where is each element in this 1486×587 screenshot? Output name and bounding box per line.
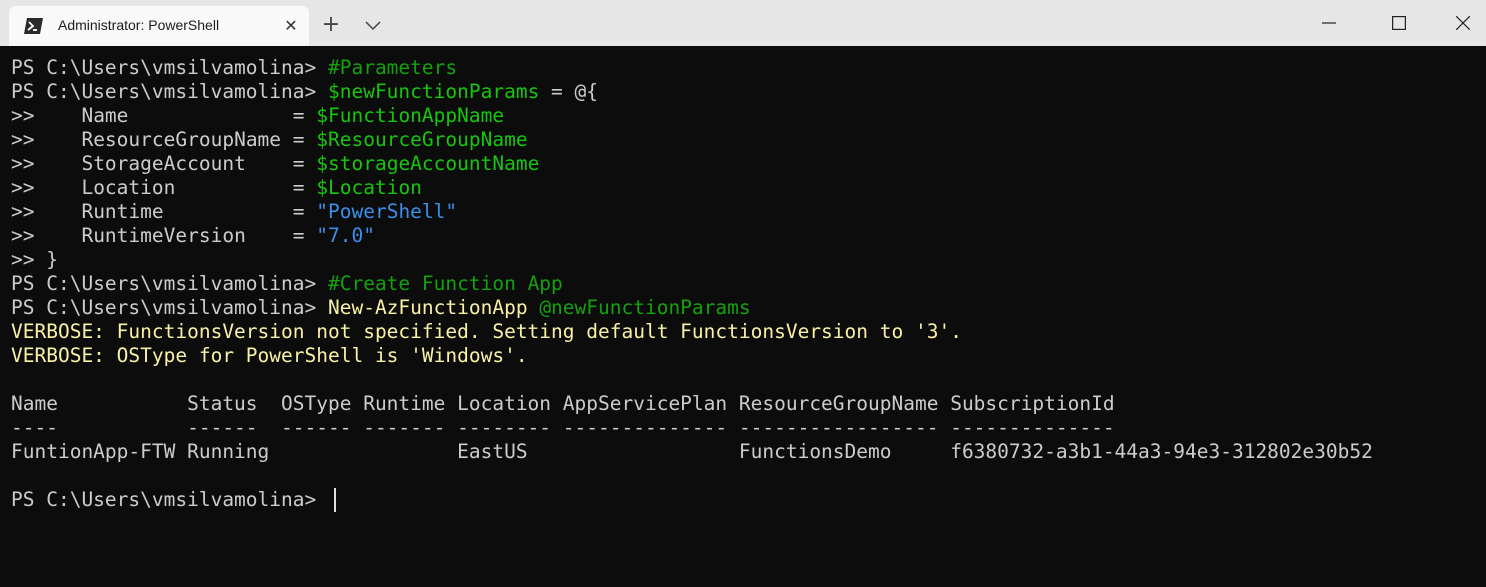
hash-key: Name = <box>46 104 317 127</box>
terminal-line: >> ResourceGroupName = $ResourceGroupNam… <box>11 128 528 152</box>
prompt: PS C:\Users\vmsilvamolina> <box>11 80 328 103</box>
tab-title: Administrator: PowerShell <box>58 17 220 33</box>
prompt: PS C:\Users\vmsilvamolina> <box>11 56 328 79</box>
assignment: = @{ <box>539 80 599 103</box>
terminal-output[interactable]: PS C:\Users\vmsilvamolina> #Parameters P… <box>0 46 1486 587</box>
command: New-AzFunctionApp <box>327 296 540 319</box>
close-icon[interactable]: ✕ <box>279 14 303 38</box>
string-value: "7.0" <box>316 224 375 247</box>
title-bar: Administrator: PowerShell ✕ + <box>0 0 1486 46</box>
continuation-prompt: >> <box>11 152 47 175</box>
terminal-line: >> Name = $FunctionAppName <box>11 104 504 128</box>
plus-icon[interactable]: + <box>318 12 344 38</box>
hash-key: StorageAccount = <box>46 152 317 175</box>
continuation-prompt: >> <box>11 200 47 223</box>
terminal-line: PS C:\Users\vmsilvamolina> #Create Funct… <box>11 272 563 296</box>
terminal-line: PS C:\Users\vmsilvamolina> #Parameters <box>11 56 457 80</box>
text-cursor <box>334 488 336 512</box>
terminal-line: PS C:\Users\vmsilvamolina> New-AzFunctio… <box>11 296 751 320</box>
variable: $ResourceGroupName <box>316 128 528 151</box>
comment: #Parameters <box>327 56 458 79</box>
prompt: PS C:\Users\vmsilvamolina> <box>11 272 328 295</box>
variable: $FunctionAppName <box>316 104 505 127</box>
variable: $storageAccountName <box>316 152 540 175</box>
variable: $Location <box>316 176 422 199</box>
continuation-prompt: >> <box>11 176 47 199</box>
terminal-line: PS C:\Users\vmsilvamolina> $newFunctionP… <box>11 80 598 104</box>
terminal-line: >> } <box>11 248 58 272</box>
window-close-icon[interactable] <box>1440 0 1486 46</box>
terminal-line: >> Location = $Location <box>11 176 422 200</box>
continuation-prompt: >> <box>11 248 47 271</box>
hash-key: RuntimeVersion = <box>46 224 317 247</box>
terminal-line: >> StorageAccount = $storageAccountName <box>11 152 539 176</box>
tab-powershell[interactable]: Administrator: PowerShell ✕ <box>9 6 309 46</box>
chevron-down-icon[interactable] <box>360 12 386 38</box>
powershell-icon <box>24 18 43 34</box>
final-prompt: PS C:\Users\vmsilvamolina> <box>11 488 328 511</box>
maximize-icon[interactable] <box>1376 0 1422 46</box>
comment: #Create Function App <box>327 272 563 295</box>
terminal-line: >> Runtime = "PowerShell" <box>11 200 457 224</box>
closing-brace: } <box>46 248 58 271</box>
table-row: FuntionApp-FTW Running EastUS FunctionsD… <box>11 440 1373 463</box>
table-separator: ---- ------ ------ ------- -------- ----… <box>11 416 1115 439</box>
string-value: "PowerShell" <box>316 200 458 223</box>
table-header: Name Status OSType Runtime Location AppS… <box>11 392 1115 415</box>
continuation-prompt: >> <box>11 128 47 151</box>
hash-key: ResourceGroupName = <box>46 128 317 151</box>
terminal-line: >> RuntimeVersion = "7.0" <box>11 224 375 248</box>
minimize-icon[interactable] <box>1306 0 1352 46</box>
continuation-prompt: >> <box>11 104 47 127</box>
splat-parameter: @newFunctionParams <box>539 296 751 319</box>
continuation-prompt: >> <box>11 224 47 247</box>
hash-key: Location = <box>46 176 317 199</box>
verbose-line: VERBOSE: FunctionsVersion not specified.… <box>11 320 962 343</box>
hash-key: Runtime = <box>46 200 317 223</box>
variable: $newFunctionParams <box>327 80 540 103</box>
prompt: PS C:\Users\vmsilvamolina> <box>11 296 328 319</box>
verbose-line: VERBOSE: OSType for PowerShell is 'Windo… <box>11 344 528 367</box>
